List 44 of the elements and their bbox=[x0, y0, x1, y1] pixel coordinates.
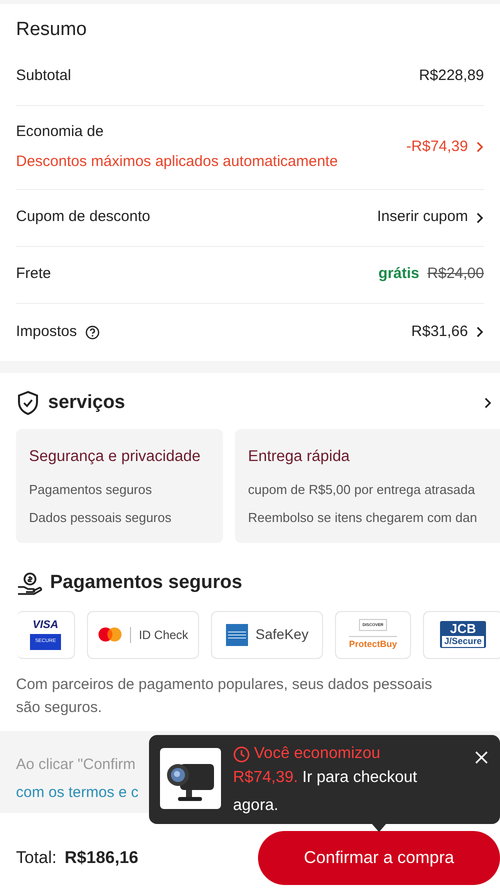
service-item: Pagamentos seguros bbox=[29, 481, 152, 500]
row-value: R$228,89 bbox=[418, 66, 484, 86]
discount-note: Descontos máximos aplicados automaticamente bbox=[16, 152, 338, 172]
logo-text: ID Check bbox=[138, 626, 188, 644]
logo-text: ProtectBuy bbox=[348, 636, 397, 651]
clock-icon bbox=[233, 746, 250, 762]
row-label: Economia de bbox=[16, 122, 104, 142]
old-price: R$24,00 bbox=[427, 264, 484, 284]
service-item: Dados pessoais seguros bbox=[29, 508, 172, 527]
total-label: Total: bbox=[16, 847, 57, 869]
row-label: Subtotal bbox=[16, 66, 72, 86]
payment-note: Com parceiros de pagamento populares, seus dados pessoais são seguros. bbox=[15, 674, 434, 718]
overlapping-circles-icon bbox=[98, 627, 122, 642]
service-item: cupom de R$5,00 por entrega atrasada bbox=[248, 481, 475, 500]
row-label: Frete bbox=[16, 264, 52, 284]
section-title: Resumo bbox=[16, 18, 87, 42]
row-value[interactable]: R$31,66 bbox=[411, 320, 468, 344]
visa-logo-text: VISA bbox=[32, 620, 58, 631]
row-value[interactable]: Inserir cupom bbox=[377, 206, 468, 229]
shield-check-icon bbox=[16, 390, 40, 416]
section-title: serviços bbox=[48, 390, 126, 414]
logo-text: J/Secure bbox=[442, 636, 484, 648]
total-value: R$186,16 bbox=[64, 847, 138, 869]
row-label: Cupom de desconto bbox=[16, 207, 150, 228]
card-icon bbox=[226, 624, 248, 646]
confirm-purchase-button[interactable]: Confirmar a compra bbox=[258, 830, 500, 885]
savings-toast[interactable]: Você economizou R$74,39. Ir para checkout agora. bbox=[149, 735, 500, 824]
logo-text: SafeKey bbox=[256, 625, 308, 644]
service-item: Reembolso se itens chegarem com dan bbox=[248, 508, 478, 527]
toast-title: Você economizou bbox=[254, 744, 380, 764]
chevron-right-icon bbox=[484, 396, 492, 409]
section-title: Pagamentos seguros bbox=[50, 571, 242, 596]
logo-text: JCB bbox=[450, 622, 476, 636]
service-title: Entrega rápida bbox=[248, 447, 350, 467]
toast-pointer bbox=[372, 824, 386, 832]
discount-value: -R$74,39 bbox=[406, 136, 468, 157]
row-label: Impostos bbox=[16, 322, 77, 342]
service-title: Segurança e privacidade bbox=[29, 447, 200, 467]
free-shipping-label: grátis bbox=[378, 264, 420, 284]
close-icon[interactable] bbox=[475, 751, 488, 764]
disclaimer-text: Ao clicar "Confirm bbox=[16, 754, 136, 775]
hand-coin-icon bbox=[16, 572, 42, 596]
toast-message: R$74,39. Ir para checkout agora. bbox=[233, 768, 418, 816]
help-icon[interactable] bbox=[84, 324, 100, 340]
